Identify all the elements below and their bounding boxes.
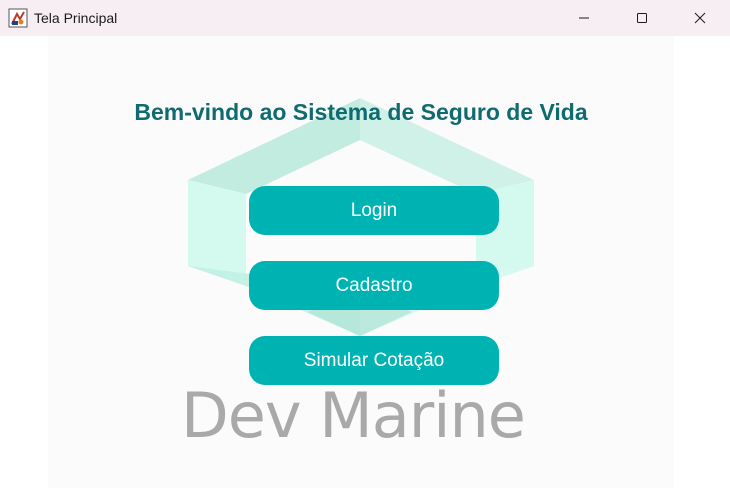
login-button[interactable]: Login (249, 186, 499, 235)
window-title: Tela Principal (34, 10, 118, 26)
minimize-icon (579, 17, 589, 19)
maximize-button[interactable] (616, 0, 668, 36)
register-button[interactable]: Cadastro (249, 261, 499, 310)
minimize-button[interactable] (558, 0, 610, 36)
maximize-icon (637, 13, 647, 23)
brand-logo-text: Dev Marine (181, 379, 526, 452)
welcome-heading: Bem-vindo ao Sistema de Seguro de Vida (134, 99, 588, 125)
app-window: Tela Principal Bem-vindo ao Sistema de S… (0, 0, 730, 488)
title-bar[interactable]: Tela Principal (0, 0, 730, 36)
close-icon (694, 12, 706, 24)
close-button[interactable] (674, 0, 726, 36)
main-panel: Bem-vindo ao Sistema de Seguro de Vida L… (48, 36, 674, 488)
java-app-icon (8, 8, 28, 28)
